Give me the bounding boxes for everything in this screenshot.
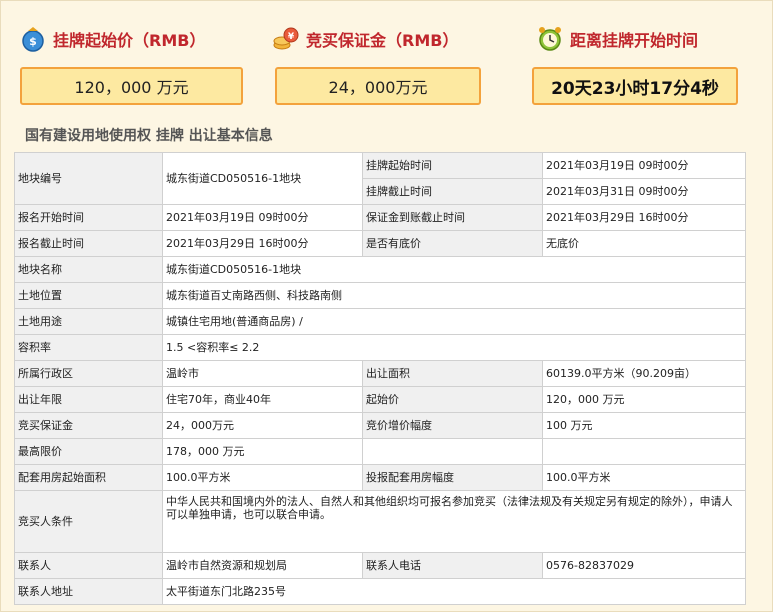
plot-no-label: 地块编号 (14, 152, 163, 205)
address-label: 联系人地址 (14, 578, 163, 605)
conditions-label: 竞买人条件 (14, 490, 163, 553)
plot-name-value: 城东街道CD050516-1地块 (162, 256, 746, 283)
empty-cell (362, 438, 543, 465)
table-row: 出让年限 住宅70年，商业40年 起始价 120，000 万元 (14, 386, 746, 413)
far-value: 1.5 <容积率≤ 2.2 (162, 334, 746, 361)
table-row: 地块编号 城东街道CD050516-1地块 挂牌起始时间 2021年03月19日… (14, 152, 746, 205)
table-row: 报名开始时间 2021年03月19日 09时00分 保证金到账截止时间 2021… (14, 204, 746, 231)
max-price-value: 178，000 万元 (162, 438, 363, 465)
housing-step-label: 投报配套用房幅度 (362, 464, 543, 491)
signup-end-value: 2021年03月29日 16时00分 (162, 230, 363, 257)
listing-end-value: 2021年03月31日 09时00分 (542, 178, 746, 205)
phone-value: 0576-82837029 (542, 552, 746, 579)
area-label: 出让面积 (362, 360, 543, 387)
start-price-header: $ 挂牌起始价（RMB） (19, 23, 205, 55)
table-row: 竞买人条件 中华人民共和国境内外的法人、自然人和其他组织均可报名参加竞买（法律法… (14, 490, 746, 553)
table-row: 地块名称 城东街道CD050516-1地块 (14, 256, 746, 283)
conditions-value: 中华人民共和国境内外的法人、自然人和其他组织均可报名参加竞买（法律法规及有关规定… (162, 490, 746, 553)
svg-text:¥: ¥ (288, 32, 295, 42)
district-label: 所属行政区 (14, 360, 163, 387)
table-row: 最高限价 178，000 万元 (14, 438, 746, 465)
info-table: 地块编号 城东街道CD050516-1地块 挂牌起始时间 2021年03月19日… (14, 152, 746, 605)
table-row: 竞买保证金 24，000万元 竞价增价幅度 100 万元 (14, 412, 746, 439)
svg-text:$: $ (29, 35, 37, 48)
table-row: 所属行政区 温岭市 出让面积 60139.0平方米（90.209亩） (14, 360, 746, 387)
reserve-label: 是否有底价 (362, 230, 543, 257)
countdown-header: 距离挂牌开始时间 (536, 23, 698, 55)
table-row: 配套用房起始面积 100.0平方米 投报配套用房幅度 100.0平方米 (14, 464, 746, 491)
increment-value: 100 万元 (542, 412, 746, 439)
plot-no-value: 城东街道CD050516-1地块 (162, 152, 363, 205)
address-value: 太平街道东门北路235号 (162, 578, 746, 605)
reserve-value: 无底价 (542, 230, 746, 257)
deposit-deadline-value: 2021年03月29日 16时00分 (542, 204, 746, 231)
deposit-label: 竞买保证金（RMB） (306, 31, 459, 50)
listing-end-label: 挂牌截止时间 (362, 178, 543, 205)
signup-end-label: 报名截止时间 (14, 230, 163, 257)
coins-icon: ¥ (273, 27, 299, 50)
table-row: 联系人 温岭市自然资源和规划局 联系人电话 0576-82837029 (14, 552, 746, 579)
empty-cell (542, 438, 746, 465)
money-bag-icon: $ (22, 27, 44, 52)
term-label: 出让年限 (14, 386, 163, 413)
max-price-label: 最高限价 (14, 438, 163, 465)
listing-start-value: 2021年03月19日 09时00分 (542, 152, 746, 179)
table-row: 联系人地址 太平街道东门北路235号 (14, 578, 746, 605)
table-row: 土地位置 城东街道百丈南路西侧、科技路南侧 (14, 282, 746, 309)
far-label: 容积率 (14, 334, 163, 361)
start-price-row-label: 起始价 (362, 386, 543, 413)
increment-label: 竞价增价幅度 (362, 412, 543, 439)
usage-label: 土地用途 (14, 308, 163, 335)
phone-label: 联系人电话 (362, 552, 543, 579)
table-row: 容积率 1.5 <容积率≤ 2.2 (14, 334, 746, 361)
contact-value: 温岭市自然资源和规划局 (162, 552, 363, 579)
start-price-row-value: 120，000 万元 (542, 386, 746, 413)
land-auction-panel: $ 挂牌起始价（RMB） ¥ 竞买保证金（RMB） 距离挂牌开始时间 120，0… (0, 0, 773, 612)
usage-value: 城镇住宅用地(普通商品房) / (162, 308, 746, 335)
start-price-value: 120，000 万元 (20, 67, 243, 105)
district-value: 温岭市 (162, 360, 363, 387)
table-row: 土地用途 城镇住宅用地(普通商品房) / (14, 308, 746, 335)
term-value: 住宅70年，商业40年 (162, 386, 363, 413)
alarm-clock-icon (539, 27, 561, 51)
signup-start-label: 报名开始时间 (14, 204, 163, 231)
plot-name-label: 地块名称 (14, 256, 163, 283)
location-label: 土地位置 (14, 282, 163, 309)
housing-start-label: 配套用房起始面积 (14, 464, 163, 491)
countdown-value: 20天23小时17分4秒 (532, 67, 738, 105)
section-title: 国有建设用地使用权 挂牌 出让基本信息 (25, 128, 273, 144)
housing-step-value: 100.0平方米 (542, 464, 746, 491)
deposit-value: 24，000万元 (275, 67, 481, 105)
signup-start-value: 2021年03月19日 09时00分 (162, 204, 363, 231)
area-value: 60139.0平方米（90.209亩） (542, 360, 746, 387)
housing-start-value: 100.0平方米 (162, 464, 363, 491)
deposit-row-label: 竞买保证金 (14, 412, 163, 439)
start-price-label: 挂牌起始价（RMB） (53, 31, 206, 50)
contact-label: 联系人 (14, 552, 163, 579)
listing-start-label: 挂牌起始时间 (362, 152, 543, 179)
table-row: 报名截止时间 2021年03月29日 16时00分 是否有底价 无底价 (14, 230, 746, 257)
deposit-header: ¥ 竞买保证金（RMB） (272, 23, 458, 55)
deposit-deadline-label: 保证金到账截止时间 (362, 204, 543, 231)
location-value: 城东街道百丈南路西侧、科技路南侧 (162, 282, 746, 309)
countdown-label: 距离挂牌开始时间 (570, 31, 699, 50)
deposit-row-value: 24，000万元 (162, 412, 363, 439)
